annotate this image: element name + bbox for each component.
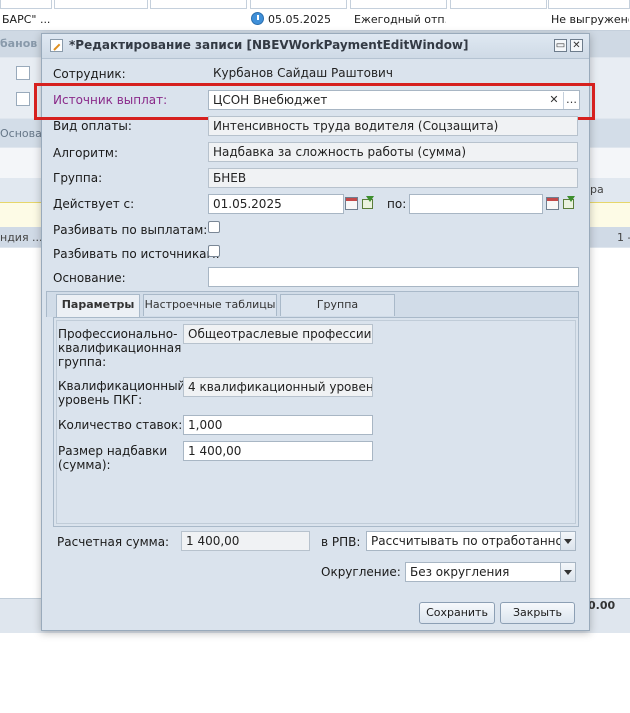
rates-count-label: Количество ставок: xyxy=(58,418,183,432)
insert-date-icon[interactable] xyxy=(562,196,576,210)
valid-to-field[interactable] xyxy=(409,194,543,214)
rounding-select[interactable]: Без округления xyxy=(405,562,576,582)
background-fragment: ра xyxy=(590,183,604,196)
background-cell xyxy=(350,0,447,9)
employee-field: Курбанов Сайдаш Раштович xyxy=(208,63,578,83)
group-label: Группа: xyxy=(53,171,103,185)
algorithm-field: Надбавка за сложность работы (сумма) xyxy=(208,142,578,162)
basis-label: Основание: xyxy=(53,271,126,285)
rpv-label: в РПВ: xyxy=(321,535,361,549)
tab-settings-tables[interactable]: Настроечные таблицы xyxy=(143,294,277,316)
payment-source-label: Источник выплат: xyxy=(53,93,168,107)
background-table-row: БАРС" ... 05.05.2025 Ежегодный отп... Не… xyxy=(0,0,630,31)
algorithm-label: Алгоритм: xyxy=(53,146,119,160)
group-field: БНЕВ xyxy=(208,168,578,188)
maximize-icon[interactable]: ▭ xyxy=(554,39,567,52)
window-title: *Редактирование записи [NBEVWorkPaymentE… xyxy=(69,38,469,52)
close-icon[interactable]: ✕ xyxy=(570,39,583,52)
calculated-sum-label: Расчетная сумма: xyxy=(57,535,170,549)
valid-to-label: по: xyxy=(387,197,407,211)
chevron-down-icon[interactable] xyxy=(560,563,575,581)
rpv-value: Рассчитывать по отработанному вр xyxy=(371,534,576,548)
rpv-select[interactable]: Рассчитывать по отработанному вр xyxy=(366,531,576,551)
clear-icon[interactable]: ✕ xyxy=(546,92,562,109)
tab-membership-group[interactable]: Группа входимости xyxy=(280,294,395,331)
bonus-size-label: Размер надбавки (сумма): xyxy=(58,444,168,472)
split-sources-label: Разбивать по источникам: xyxy=(53,247,220,261)
background-cell xyxy=(250,0,347,9)
pkg-label: Профессионально-квалификационная группа: xyxy=(58,327,182,369)
bonus-size-field[interactable]: 1 400,00 xyxy=(183,441,373,461)
background-fragment: 1 - xyxy=(617,231,630,244)
payment-type-label: Вид оплаты: xyxy=(53,119,132,133)
insert-date-icon[interactable] xyxy=(361,196,375,210)
background-fragment: Основан xyxy=(0,127,42,140)
background-fragment: 0.00 xyxy=(588,599,616,612)
payment-source-value: ЦСОН Внебюджет xyxy=(213,93,328,107)
rounding-value: Без округления xyxy=(410,565,510,579)
background-cell-text: Не выгружено xyxy=(551,13,629,26)
split-sources-checkbox[interactable] xyxy=(208,245,220,257)
background-cell xyxy=(0,0,52,9)
qualification-level-field: 4 квалификационный уровень xyxy=(183,377,373,397)
background-cell-text: Ежегодный отп... xyxy=(354,13,446,26)
rounding-label: Округление: xyxy=(321,565,401,579)
split-payments-checkbox[interactable] xyxy=(208,221,220,233)
background-cell-text: 05.05.2025 xyxy=(268,13,331,26)
background-cell-text: БАРС" ... xyxy=(2,13,50,26)
calendar-icon[interactable] xyxy=(546,197,559,210)
background-button xyxy=(16,66,30,80)
valid-from-field[interactable]: 01.05.2025 xyxy=(208,194,344,214)
employee-label: Сотрудник: xyxy=(53,67,126,81)
background-cell xyxy=(54,0,148,9)
clock-icon xyxy=(251,12,264,25)
browse-icon[interactable]: … xyxy=(563,92,579,109)
chevron-down-icon[interactable] xyxy=(560,532,575,550)
rates-count-field[interactable]: 1,000 xyxy=(183,415,373,435)
close-button[interactable]: Закрыть xyxy=(500,602,575,624)
valid-from-label: Действует с: xyxy=(53,197,135,211)
background-cell xyxy=(450,0,547,9)
split-payments-label: Разбивать по выплатам: xyxy=(53,223,208,237)
payment-source-field[interactable]: ЦСОН Внебюджет ✕ … xyxy=(208,90,580,110)
tab-parameters[interactable]: Параметры xyxy=(56,294,140,317)
background-fragment: ндия ... xyxy=(0,231,42,244)
background-cell xyxy=(150,0,247,9)
background-button xyxy=(16,92,30,106)
background-fragment: банов С xyxy=(0,37,42,50)
calculated-sum-field: 1 400,00 xyxy=(181,531,310,551)
background-cell xyxy=(548,0,630,9)
window-header[interactable]: *Редактирование записи [NBEVWorkPaymentE… xyxy=(42,34,589,59)
basis-field[interactable] xyxy=(208,267,579,287)
pkg-field: Общеотраслевые профессии раб xyxy=(183,324,373,344)
qualification-level-label: Квалификационный уровень ПКГ: xyxy=(58,379,186,407)
calendar-icon[interactable] xyxy=(345,197,358,210)
save-button[interactable]: Сохранить xyxy=(419,602,495,624)
payment-type-field: Интенсивность труда водителя (Соцзащита) xyxy=(208,116,578,136)
edit-icon xyxy=(50,39,63,52)
